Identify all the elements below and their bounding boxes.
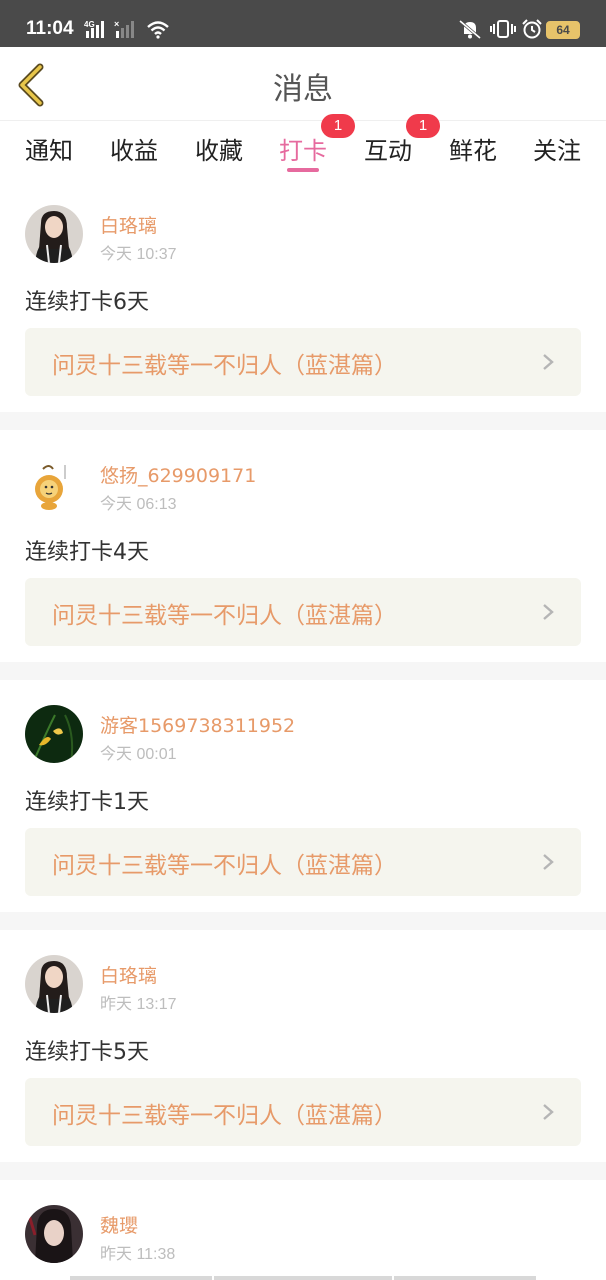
book-link[interactable]: 问灵十三载等一不归人（蓝湛篇）	[25, 828, 581, 896]
tab-notifications[interactable]: 通知	[14, 131, 84, 166]
tab-favorites[interactable]: 收藏	[184, 131, 254, 166]
timestamp: 今天 06:13	[100, 496, 177, 513]
username[interactable]: 魏瓔	[100, 1211, 138, 1238]
divider	[0, 412, 606, 430]
username[interactable]: 悠扬_629909171	[100, 461, 256, 488]
book-link[interactable]: 问灵十三载等一不归人（蓝湛篇）	[25, 328, 581, 396]
divider	[0, 912, 606, 930]
active-tab-indicator	[287, 168, 319, 172]
timestamp: 昨天 13:17	[100, 996, 177, 1013]
alarm-icon	[522, 19, 542, 39]
book-title: 问灵十三载等一不归人（蓝湛篇）	[52, 853, 397, 879]
mute-bell-icon	[459, 19, 481, 39]
timestamp: 今天 00:01	[100, 746, 177, 763]
avatar[interactable]	[25, 955, 83, 1013]
checkin-message: 连续打卡5天	[25, 1040, 149, 1065]
book-link[interactable]: 问灵十三载等一不归人（蓝湛篇）	[25, 1078, 581, 1146]
svg-text:4G: 4G	[84, 20, 95, 29]
book-link[interactable]: 问灵十三载等一不归人（蓝湛篇）	[25, 578, 581, 646]
tab-flowers[interactable]: 鲜花	[438, 131, 508, 166]
tab-checkin-badge: 1	[321, 114, 355, 138]
divider	[0, 662, 606, 680]
cellular-signal-icon: 4G	[84, 20, 104, 38]
checkin-message: 连续打卡6天	[25, 290, 149, 315]
wifi-icon	[147, 21, 169, 39]
status-bar: 11:04 4G × 64	[0, 0, 606, 47]
timestamp: 昨天 11:38	[100, 1246, 176, 1263]
status-time: 11:04	[26, 18, 74, 39]
chevron-right-icon	[543, 854, 554, 870]
vibrate-icon	[490, 20, 516, 38]
battery-indicator: 64	[546, 21, 580, 39]
avatar[interactable]	[25, 205, 83, 263]
avatar[interactable]	[25, 455, 83, 513]
checkin-message: 连续打卡1天	[25, 790, 149, 815]
username[interactable]: 白珞璃	[100, 211, 157, 238]
nav-gesture-bar	[214, 1276, 392, 1280]
chevron-right-icon	[543, 1104, 554, 1120]
tab-earnings[interactable]: 收益	[99, 131, 169, 166]
checkin-message: 连续打卡4天	[25, 540, 149, 565]
chevron-right-icon	[543, 354, 554, 370]
book-title: 问灵十三载等一不归人（蓝湛篇）	[52, 1103, 397, 1129]
divider	[0, 1162, 606, 1180]
book-title: 问灵十三载等一不归人（蓝湛篇）	[52, 353, 397, 379]
book-title: 问灵十三载等一不归人（蓝湛篇）	[52, 603, 397, 629]
svg-text:×: ×	[114, 19, 119, 29]
username[interactable]: 白珞璃	[100, 961, 157, 988]
avatar[interactable]	[25, 705, 83, 763]
username[interactable]: 游客1569738311952	[100, 711, 295, 738]
tab-following[interactable]: 关注	[522, 131, 592, 166]
nav-gesture-bar	[70, 1276, 212, 1280]
avatar[interactable]	[25, 1205, 83, 1263]
nav-gesture-bar	[394, 1276, 536, 1280]
page-title: 消息	[273, 72, 333, 107]
tab-interactions-badge: 1	[406, 114, 440, 138]
cellular-signal-2-icon: ×	[114, 19, 134, 38]
timestamp: 今天 10:37	[100, 246, 177, 263]
chevron-right-icon	[543, 604, 554, 620]
header-bar: 消息	[0, 47, 606, 121]
